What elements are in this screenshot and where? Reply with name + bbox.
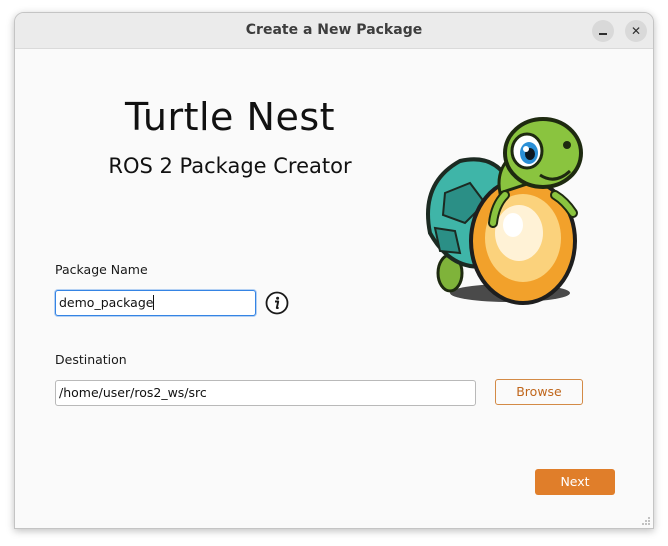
close-icon: ✕ — [630, 24, 642, 38]
info-icon[interactable] — [265, 291, 289, 315]
destination-label: Destination — [55, 352, 127, 367]
dialog-window: Create a New Package ✕ Turtle Nest ROS 2… — [14, 12, 654, 529]
package-name-input[interactable]: demo_package — [55, 290, 256, 316]
minimize-icon — [599, 33, 607, 35]
app-title: Turtle Nest — [124, 95, 336, 139]
window-title: Create a New Package — [245, 22, 423, 38]
resize-grip-icon[interactable] — [641, 516, 651, 526]
package-name-label: Package Name — [55, 262, 148, 277]
title-bar[interactable]: Create a New Package ✕ — [15, 13, 653, 49]
browse-button[interactable]: Browse — [495, 379, 583, 405]
turtle-logo-icon — [426, 117, 583, 305]
close-button[interactable]: ✕ — [625, 20, 647, 42]
app-subtitle: ROS 2 Package Creator — [108, 154, 352, 178]
minimize-button[interactable] — [592, 20, 614, 42]
destination-input[interactable]: /home/user/ros2_ws/src — [55, 380, 476, 406]
package-name-value: demo_package — [59, 295, 154, 310]
text-caret — [153, 295, 155, 310]
next-button[interactable]: Next — [535, 469, 615, 495]
